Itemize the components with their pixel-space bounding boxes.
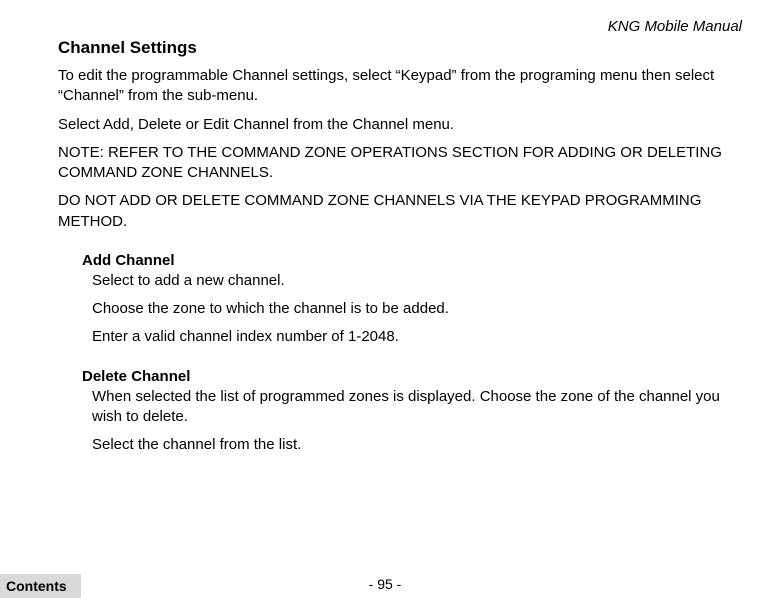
paragraph-warning: DO NOT ADD OR DELETE COMMAND ZONE CHANNE… [58,191,742,232]
section-heading-channel-settings: Channel Settings [58,38,742,58]
subsection-heading-add-channel: Add Channel [82,252,742,269]
subsection-delete-channel: Delete Channel When selected the list of… [82,368,742,456]
paragraph-note: NOTE: REFER TO THE COMMAND ZONE OPERATIO… [58,143,742,184]
page-number: - 95 - [0,576,770,592]
paragraph: To edit the programmable Channel setting… [58,66,742,107]
contents-button[interactable]: Contents [0,574,81,598]
page-content: Channel Settings To edit the programmabl… [58,38,742,463]
paragraph: Choose the zone to which the channel is … [92,299,742,319]
subsection-add-channel: Add Channel Select to add a new channel.… [82,252,742,348]
paragraph: When selected the list of programmed zon… [92,387,742,428]
paragraph: Select to add a new channel. [92,271,742,291]
document-title: KNG Mobile Manual [608,18,742,35]
subsection-heading-delete-channel: Delete Channel [82,368,742,385]
paragraph: Select the channel from the list. [92,435,742,455]
paragraph: Select Add, Delete or Edit Channel from … [58,115,742,135]
paragraph: Enter a valid channel index number of 1-… [92,327,742,347]
